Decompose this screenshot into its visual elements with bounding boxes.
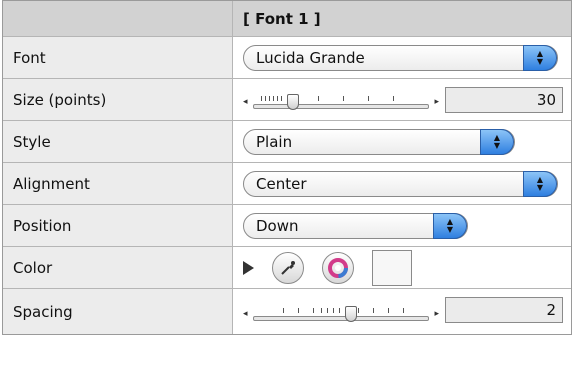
column-title: [ Font 1 ] [243, 9, 321, 28]
spacing-value-field[interactable]: 2 [445, 297, 563, 323]
header-label-cell [3, 1, 233, 36]
color-wheel-button[interactable] [322, 251, 354, 284]
slider-tick [261, 95, 262, 101]
font-settings-table: [ Font 1 ] Font Lucida Grande ▲ ▼ Size (p… [2, 0, 572, 335]
color-wheel-icon [328, 257, 348, 278]
row-alignment: Alignment Center ▲ ▼ [3, 163, 571, 205]
eyedropper-icon [281, 260, 295, 275]
size-slider[interactable]: ◂ ▸ [243, 87, 439, 113]
slider-tick [403, 307, 404, 313]
color-swatch[interactable] [372, 249, 412, 286]
row-position: Position Down ▲ ▼ [3, 205, 571, 247]
up-down-arrows-icon: ▲ ▼ [523, 170, 557, 197]
color-label: Color [13, 258, 53, 277]
slider-right-arrow-icon: ▸ [434, 308, 439, 319]
slider-tick [343, 95, 344, 101]
slider-tick [358, 307, 359, 313]
slider-tick [265, 95, 266, 101]
position-label: Position [13, 216, 72, 235]
position-popup-value: Down [256, 216, 299, 235]
style-label: Style [13, 132, 51, 151]
slider-knob[interactable] [345, 305, 357, 322]
row-spacing: Spacing ◂ ▸ 2 [3, 289, 571, 334]
font-popup-value: Lucida Grande [256, 48, 365, 67]
up-down-arrows-icon: ▲ ▼ [523, 44, 557, 71]
row-size: Size (points) ◂ ▸ 30 [3, 79, 571, 121]
row-color: Color [3, 247, 571, 289]
slider-tick [327, 307, 328, 313]
slider-tick [388, 307, 389, 313]
slider-tick [283, 307, 284, 313]
slider-tick [269, 95, 270, 101]
position-popup[interactable]: Down ▲ ▼ [243, 212, 468, 239]
slider-right-arrow-icon: ▸ [434, 96, 439, 107]
slider-left-arrow-icon: ◂ [243, 96, 248, 107]
slider-track [253, 315, 429, 321]
disclosure-triangle-icon[interactable] [243, 260, 254, 275]
size-value-field[interactable]: 30 [445, 87, 563, 113]
style-popup-value: Plain [256, 132, 293, 151]
slider-left-arrow-icon: ◂ [243, 308, 248, 319]
color-controls [243, 249, 412, 286]
up-down-arrows-icon: ▲ ▼ [480, 128, 514, 155]
slider-tick [321, 307, 322, 313]
eyedropper-button[interactable] [272, 251, 304, 284]
table-header-row: [ Font 1 ] [3, 1, 571, 37]
slider-tick [373, 307, 374, 313]
row-style: Style Plain ▲ ▼ [3, 121, 571, 163]
style-popup[interactable]: Plain ▲ ▼ [243, 128, 515, 155]
slider-tick [281, 95, 282, 101]
font-popup[interactable]: Lucida Grande ▲ ▼ [243, 44, 558, 71]
slider-knob[interactable] [287, 93, 299, 110]
slider-tick [368, 95, 369, 101]
slider-tick [273, 95, 274, 101]
spacing-label: Spacing [13, 302, 73, 321]
slider-track [253, 103, 429, 109]
slider-tick [393, 95, 394, 101]
slider-tick [313, 307, 314, 313]
slider-tick [318, 95, 319, 101]
alignment-popup[interactable]: Center ▲ ▼ [243, 170, 558, 197]
slider-tick [333, 307, 334, 313]
slider-tick [339, 307, 340, 313]
slider-tick [298, 307, 299, 313]
font-label: Font [13, 48, 46, 67]
alignment-popup-value: Center [256, 174, 307, 193]
spacing-slider[interactable]: ◂ ▸ [243, 299, 439, 325]
header-title-cell: [ Font 1 ] [233, 1, 571, 36]
up-down-arrows-icon: ▲ ▼ [433, 212, 467, 239]
alignment-label: Alignment [13, 174, 90, 193]
size-label: Size (points) [13, 90, 107, 109]
slider-tick [277, 95, 278, 101]
row-font: Font Lucida Grande ▲ ▼ [3, 37, 571, 79]
